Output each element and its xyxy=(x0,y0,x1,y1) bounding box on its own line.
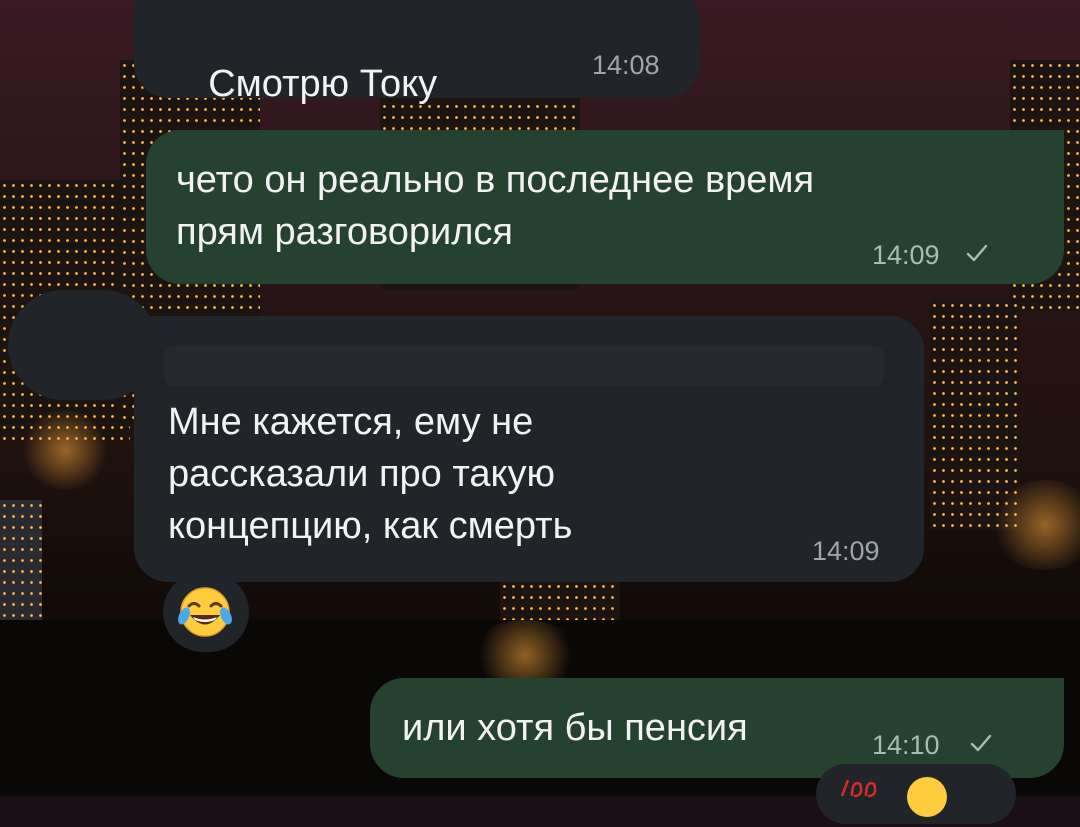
sent-check-icon xyxy=(970,734,992,752)
message-time: 14:09 xyxy=(872,240,940,270)
message-text: Мне кажется, ему не рассказали про такую… xyxy=(168,401,573,547)
message-text: Смотрю Току xyxy=(208,63,438,105)
message-bubble-outgoing[interactable]: или хотя бы пенсия 14:10 xyxy=(370,678,1064,778)
reaction-badge[interactable] xyxy=(816,764,1016,824)
message-time: 14:08 xyxy=(592,50,660,80)
reply-preview-redacted[interactable] xyxy=(164,346,884,386)
message-text: или хотя бы пенсия xyxy=(402,707,748,749)
hundred-points-icon xyxy=(838,774,882,809)
message-time: 14:10 xyxy=(872,730,940,760)
face-with-tears-of-joy-icon xyxy=(902,772,952,827)
face-with-tears-of-joy-icon xyxy=(175,582,235,647)
message-time: 14:09 xyxy=(812,536,880,566)
sent-check-icon xyxy=(966,244,988,262)
message-bubble-outgoing[interactable]: чето он реально в последнее время прям р… xyxy=(146,130,1064,284)
message-bubble-incoming[interactable]: Мне кажется, ему не рассказали про такую… xyxy=(134,316,924,582)
message-text: чето он реально в последнее время прям р… xyxy=(176,159,815,253)
message-bubble-incoming[interactable]: Смотрю Току 14:08 xyxy=(134,0,700,216)
reaction-badge[interactable] xyxy=(163,572,249,652)
